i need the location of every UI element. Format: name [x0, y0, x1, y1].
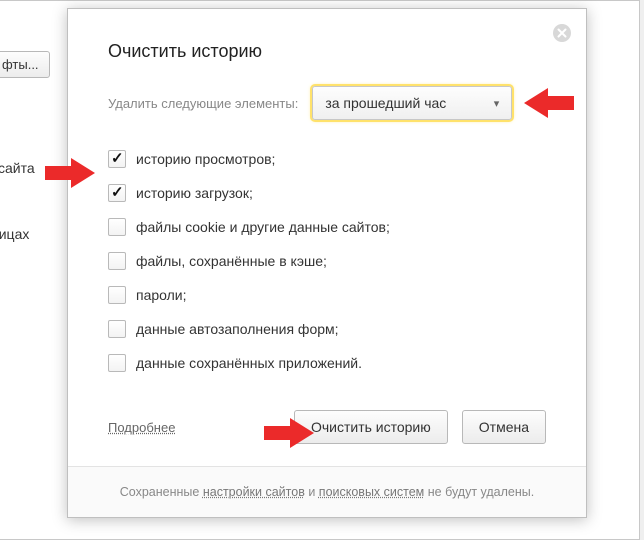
details-link[interactable]: Подробнее [108, 420, 175, 435]
checkbox-label[interactable]: историю загрузок; [136, 185, 253, 201]
time-range-select[interactable]: за прошедший час ▾ [312, 86, 512, 120]
check-row: данные сохранённых приложений. [108, 354, 546, 372]
footer-text: Сохраненные [120, 485, 203, 499]
footer-link-site-settings[interactable]: настройки сайтов [203, 485, 305, 499]
dialog-footer: Сохраненные настройки сайтов и поисковых… [68, 466, 586, 517]
time-range-row: Удалить следующие элементы: за прошедший… [108, 86, 546, 120]
cancel-button[interactable]: Отмена [462, 410, 546, 444]
check-row: файлы cookie и другие данные сайтов; [108, 218, 546, 236]
clear-history-dialog: Очистить историю Удалить следующие элеме… [67, 8, 587, 518]
checkbox[interactable] [108, 218, 126, 236]
checkbox-label[interactable]: файлы cookie и другие данные сайтов; [136, 219, 390, 235]
dialog-title: Очистить историю [108, 41, 546, 62]
check-row: историю просмотров; [108, 150, 546, 168]
footer-text: не будут удалены. [424, 485, 534, 499]
checkbox-label[interactable]: пароли; [136, 287, 187, 303]
time-range-value: за прошедший час [325, 95, 446, 111]
annotation-arrow-checkboxes [45, 158, 95, 188]
dialog-actions: Подробнее Очистить историю Отмена [108, 410, 546, 444]
checkbox[interactable] [108, 184, 126, 202]
checkbox-label[interactable]: файлы, сохранённые в кэше; [136, 253, 327, 269]
checkbox-label[interactable]: данные сохранённых приложений. [136, 355, 362, 371]
close-icon[interactable] [552, 23, 572, 43]
annotation-arrow-select [524, 88, 574, 118]
checkbox-label[interactable]: данные автозаполнения форм; [136, 321, 339, 337]
check-row: историю загрузок; [108, 184, 546, 202]
check-row: пароли; [108, 286, 546, 304]
check-row: файлы, сохранённые в кэше; [108, 252, 546, 270]
checkbox[interactable] [108, 354, 126, 372]
checkbox[interactable] [108, 320, 126, 338]
chevron-down-icon: ▾ [494, 97, 500, 110]
annotation-arrow-clear-button [264, 418, 314, 448]
checkbox-label[interactable]: историю просмотров; [136, 151, 275, 167]
footer-text: и [305, 485, 319, 499]
check-row: данные автозаполнения форм; [108, 320, 546, 338]
time-range-label: Удалить следующие элементы: [108, 96, 298, 111]
bg-button-fragment[interactable]: фты... [0, 51, 50, 78]
checkbox[interactable] [108, 150, 126, 168]
checkbox[interactable] [108, 252, 126, 270]
checkbox[interactable] [108, 286, 126, 304]
clear-history-button[interactable]: Очистить историю [294, 410, 448, 444]
footer-link-search-engines[interactable]: поисковых систем [319, 485, 424, 499]
